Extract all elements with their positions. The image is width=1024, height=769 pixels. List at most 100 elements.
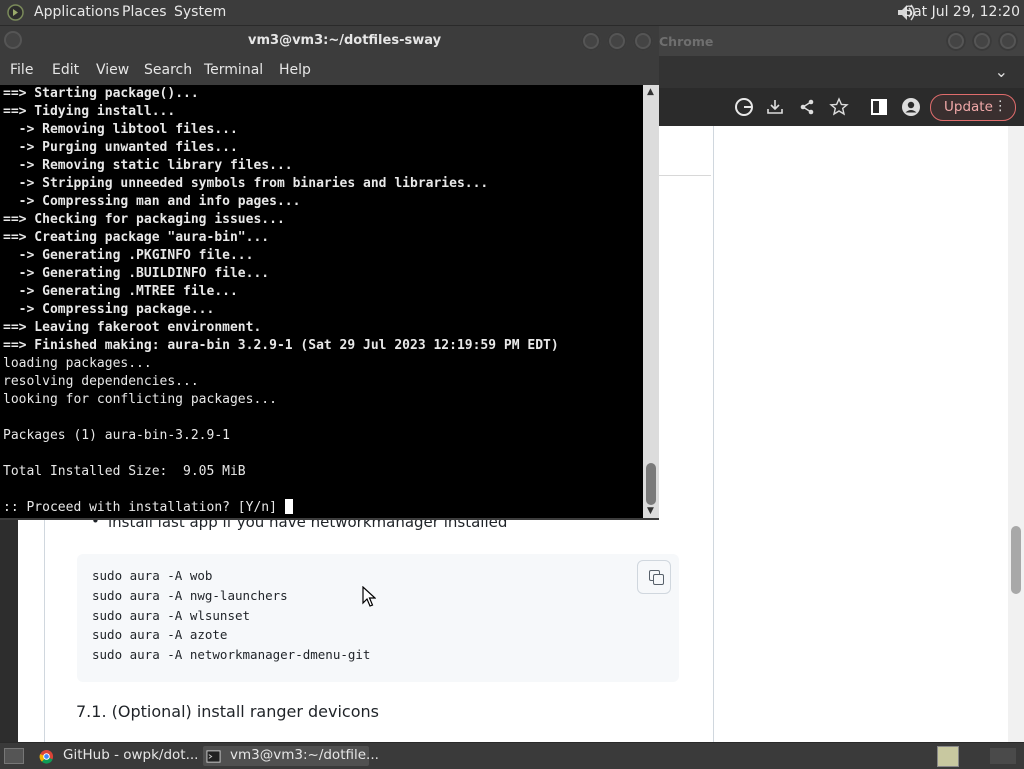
chrome-titlebar[interactable]: Chrome [659, 26, 1024, 56]
terminal-line: :: Proceed with installation? [Y/n] [3, 499, 293, 517]
terminal-line: -> Stripping unneeded symbols from binar… [3, 175, 489, 193]
top-panel: Applications Places System Sat Jul 29, 1… [0, 0, 1024, 26]
terminal-line-text: Generating .MTREE file... [34, 284, 238, 299]
window-menu-icon[interactable] [3, 30, 23, 50]
terminal-menubar: File Edit View Search Terminal Help [0, 56, 659, 86]
terminal-line: ==> Leaving fakeroot environment. [3, 319, 261, 337]
terminal-close-button[interactable] [633, 31, 653, 51]
distro-logo-icon[interactable] [7, 4, 24, 21]
terminal-minimize-button[interactable] [581, 31, 601, 51]
terminal-line-prefix: -> [3, 158, 35, 173]
terminal-line-text: Generating .BUILDINFO file... [34, 266, 270, 281]
terminal-line: -> Purging unwanted files... [3, 139, 238, 157]
terminal-line-prefix: -> [3, 284, 35, 299]
terminal-line: ==> Creating package "aura-bin"... [3, 229, 269, 247]
taskbar-item-terminal[interactable]: vm3@vm3:~/dotfile... [203, 746, 379, 766]
kebab-menu-icon[interactable]: ⋮ [994, 98, 1008, 114]
terminal-line-prefix: -> [3, 194, 35, 209]
places-menu[interactable]: Places [122, 4, 167, 20]
chrome-tabbar: ⌄ [659, 56, 1024, 88]
terminal-line: ==> Starting package()... [3, 85, 199, 103]
terminal-line: Packages (1) aura-bin-3.2.9-1 [3, 427, 230, 445]
terminal-line-text: Compressing man and info pages... [34, 194, 301, 209]
applications-menu[interactable]: Applications [34, 4, 120, 20]
code-line: sudo aura -A azote [92, 627, 228, 642]
menu-terminal[interactable]: Terminal [204, 62, 263, 78]
terminal-titlebar[interactable]: vm3@vm3:~/dotfiles-sway [0, 26, 659, 56]
terminal-line: loading packages... [3, 355, 152, 373]
terminal-line-text: Removing static library files... [34, 158, 293, 173]
chrome-minimize-button[interactable] [946, 31, 966, 51]
terminal-line-text: Packages (1) aura-bin-3.2.9-1 [3, 428, 230, 443]
terminal-line-text: Stripping unneeded symbols from binaries… [34, 176, 489, 191]
menu-help[interactable]: Help [279, 62, 311, 78]
terminal-scroll-thumb[interactable] [646, 463, 656, 505]
update-button-label: Update [944, 99, 993, 115]
update-button[interactable]: Update ⋮ [930, 94, 1016, 121]
chrome-window-title: Chrome [659, 34, 714, 49]
google-icon[interactable] [734, 97, 754, 117]
terminal-line: -> Compressing package... [3, 301, 215, 319]
scroll-up-arrow-icon[interactable]: ▲ [647, 87, 654, 97]
profile-avatar-icon[interactable] [901, 97, 921, 117]
taskbar-item-label: vm3@vm3:~/dotfile... [230, 747, 379, 763]
terminal-line-prefix: ==> [3, 212, 27, 227]
terminal-line-text: Leaving fakeroot environment. [26, 320, 262, 335]
chrome-maximize-button[interactable] [972, 31, 992, 51]
mouse-pointer-icon [362, 586, 376, 607]
bookmark-star-icon[interactable] [829, 97, 849, 117]
code-line: sudo aura -A networkmanager-dmenu-git [92, 647, 371, 662]
terminal-line: -> Compressing man and info pages... [3, 193, 301, 211]
terminal-cursor [284, 499, 293, 514]
terminal-icon [206, 750, 221, 763]
terminal-line-prefix: ==> [3, 104, 27, 119]
chrome-icon [39, 749, 54, 764]
workspace-switcher[interactable] [937, 746, 959, 767]
terminal-line-text: Finished making: aura-bin 3.2.9-1 (Sat 2… [26, 338, 559, 353]
terminal-line-text: resolving dependencies... [3, 374, 199, 389]
chrome-scroll-thumb[interactable] [1011, 526, 1021, 594]
share-icon[interactable] [797, 97, 817, 117]
terminal-line-prefix: -> [3, 266, 35, 281]
taskbar-item-github[interactable]: GitHub - owpk/dot... [36, 746, 199, 766]
terminal-line-prefix: -> [3, 176, 35, 191]
terminal-output[interactable]: ==> Starting package()... ==> Tidying ins… [0, 85, 643, 518]
terminal-line-text: :: Proceed with installation? [Y/n] [3, 500, 285, 515]
bottom-panel: GitHub - owpk/dot... vm3@vm3:~/dotfile..… [0, 742, 1024, 769]
show-desktop-button[interactable] [4, 748, 24, 764]
terminal-scrollbar[interactable]: ▲ ▼ [643, 85, 659, 518]
terminal-maximize-button[interactable] [607, 31, 627, 51]
copy-code-button[interactable] [637, 560, 671, 594]
menu-file[interactable]: File [10, 62, 33, 78]
terminal-line-text: Checking for packaging issues... [26, 212, 285, 227]
terminal-line-text: Removing libtool files... [34, 122, 238, 137]
terminal-line-prefix: ==> [3, 338, 27, 353]
terminal-line-prefix: -> [3, 248, 35, 263]
terminal-line: ==> Tidying install... [3, 103, 175, 121]
scroll-down-arrow-icon[interactable]: ▼ [647, 506, 654, 516]
chevron-down-icon[interactable]: ⌄ [995, 62, 1008, 81]
terminal-line-prefix: ==> [3, 320, 27, 335]
terminal-line-text: Total Installed Size: 9.05 MiB [3, 464, 246, 479]
terminal-line-text: Creating package "aura-bin"... [26, 230, 270, 245]
terminal-line: Total Installed Size: 9.05 MiB [3, 463, 246, 481]
menu-view[interactable]: View [96, 62, 129, 78]
taskbar-item-label: GitHub - owpk/dot... [63, 747, 199, 763]
menu-edit[interactable]: Edit [52, 62, 79, 78]
terminal-line-text: Tidying install... [26, 104, 176, 119]
tray-area [990, 748, 1016, 764]
divider [659, 175, 711, 176]
side-panel-icon[interactable] [869, 97, 889, 117]
system-menu[interactable]: System [174, 4, 226, 20]
code-block: sudo aura -A wob sudo aura -A nwg-launch… [77, 554, 679, 682]
download-icon[interactable] [765, 97, 785, 117]
terminal-window[interactable]: vm3@vm3:~/dotfiles-sway File Edit View S… [0, 26, 659, 520]
code-line: sudo aura -A nwg-launchers [92, 588, 288, 603]
clock[interactable]: Sat Jul 29, 12:20 [904, 4, 1020, 20]
terminal-line-text: Generating .PKGINFO file... [34, 248, 254, 263]
chrome-toolbar: Update ⋮ [659, 88, 1024, 126]
chrome-page-scrollbar[interactable] [1008, 126, 1024, 742]
terminal-line-prefix: -> [3, 122, 35, 137]
menu-search[interactable]: Search [144, 62, 192, 78]
chrome-close-button[interactable] [998, 31, 1018, 51]
